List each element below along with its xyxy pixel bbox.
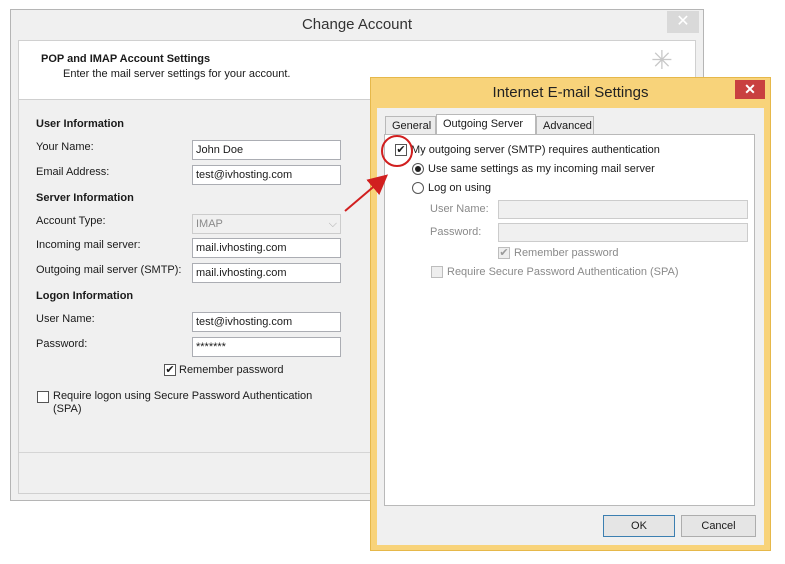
annotation-overlay [344,135,413,212]
highlight-circle [381,135,413,167]
pointer-arrow [344,174,389,212]
